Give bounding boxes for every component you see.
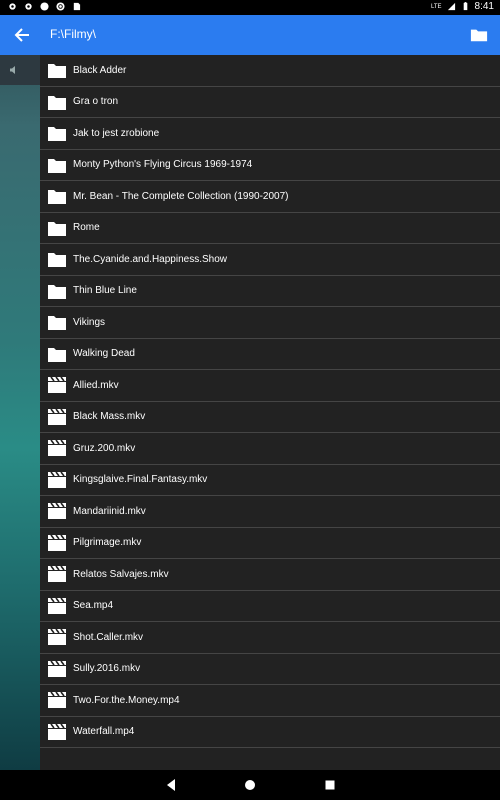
item-label: Black Adder	[73, 64, 127, 76]
current-path: F:\Filmy\	[50, 27, 96, 41]
navigation-bar	[0, 770, 500, 800]
folder-row[interactable]: Mr. Bean - The Complete Collection (1990…	[40, 181, 500, 213]
folder-icon	[48, 284, 66, 299]
video-file-icon	[48, 628, 66, 646]
file-row[interactable]: Black Mass.mkv	[40, 402, 500, 433]
folder-icon	[48, 347, 66, 362]
file-row[interactable]: Two.For.the.Money.mp4	[40, 685, 500, 717]
back-nav-icon[interactable]	[164, 778, 178, 792]
item-label: Waterfall.mp4	[73, 726, 135, 738]
item-label: Sully.2016.mkv	[73, 663, 141, 675]
item-label: Walking Dead	[73, 348, 135, 360]
video-file-icon	[48, 691, 66, 709]
item-label: Mr. Bean - The Complete Collection (1990…	[73, 190, 289, 202]
volume-icon[interactable]	[9, 65, 19, 75]
folder-row[interactable]: Jak to jest zrobione	[40, 118, 500, 150]
folder-row[interactable]: Monty Python's Flying Circus 1969-1974	[40, 150, 500, 181]
video-file-icon	[48, 376, 66, 394]
folder-icon	[48, 158, 66, 173]
app-bar: F:\Filmy\	[0, 15, 500, 55]
item-label: The.Cyanide.and.Happiness.Show	[73, 253, 227, 265]
item-label: Sea.mp4	[73, 600, 114, 612]
folder-row[interactable]: Black Adder	[40, 55, 500, 87]
file-row[interactable]: Allied.mkv	[40, 370, 500, 402]
folder-icon	[48, 221, 66, 236]
file-row[interactable]: Kingsglaive.Final.Fantasy.mkv	[40, 465, 500, 496]
record-icon	[56, 2, 65, 11]
folder-row[interactable]: Thin Blue Line	[40, 276, 500, 307]
folder-icon[interactable]	[470, 26, 488, 44]
folder-icon	[48, 64, 66, 79]
folder-row[interactable]: Walking Dead	[40, 339, 500, 370]
item-label: Gra o tron	[73, 96, 119, 108]
item-label: Shot.Caller.mkv	[73, 631, 144, 643]
item-label: Monty Python's Flying Circus 1969-1974	[73, 159, 253, 171]
folder-row[interactable]: Vikings	[40, 307, 500, 339]
item-label: Kingsglaive.Final.Fantasy.mkv	[73, 474, 208, 486]
video-file-icon	[48, 534, 66, 551]
item-label: Two.For.the.Money.mp4	[73, 694, 180, 706]
home-nav-icon[interactable]	[243, 778, 257, 792]
battery-icon	[463, 2, 467, 11]
file-row[interactable]: Pilgrimage.mkv	[40, 528, 500, 559]
notification-icon	[9, 3, 16, 10]
folder-icon	[48, 190, 66, 205]
video-file-icon	[48, 723, 66, 740]
item-label: Relatos Salvajes.mkv	[73, 568, 169, 580]
file-row[interactable]: Sea.mp4	[40, 591, 500, 622]
item-label: Gruz.200.mkv	[73, 442, 136, 454]
item-label: Thin Blue Line	[73, 285, 137, 297]
item-label: Allied.mkv	[73, 379, 119, 391]
video-file-icon	[48, 471, 66, 488]
item-label: Pilgrimage.mkv	[73, 537, 142, 549]
file-row[interactable]: Waterfall.mp4	[40, 717, 500, 748]
circle-icon	[40, 2, 49, 11]
video-file-icon	[48, 597, 66, 614]
folder-row[interactable]: The.Cyanide.and.Happiness.Show	[40, 244, 500, 276]
network-type: LTE	[430, 3, 442, 10]
status-bar: LTE 8:41	[0, 0, 500, 15]
video-file-icon	[48, 439, 66, 457]
file-list: Black Adder Gra o tron Jak to jest zrobion…	[40, 55, 500, 770]
notification-icon	[25, 3, 32, 10]
item-label: Mandariinid.mkv	[73, 505, 146, 517]
video-controls	[0, 55, 40, 85]
video-file-icon	[48, 565, 66, 583]
folder-row[interactable]: Rome	[40, 213, 500, 244]
file-row[interactable]: Mandariinid.mkv	[40, 496, 500, 528]
folder-row[interactable]: Gra o tron	[40, 87, 500, 118]
sd-card-icon	[73, 2, 81, 11]
video-file-icon	[48, 502, 66, 520]
item-label: Rome	[73, 222, 100, 234]
signal-icon	[447, 2, 455, 11]
folder-icon	[48, 95, 66, 110]
clock: 8:41	[474, 1, 494, 12]
file-row[interactable]: Gruz.200.mkv	[40, 433, 500, 465]
item-label: Black Mass.mkv	[73, 411, 146, 423]
item-label: Jak to jest zrobione	[73, 127, 160, 139]
folder-icon	[48, 253, 66, 268]
file-row[interactable]: Relatos Salvajes.mkv	[40, 559, 500, 591]
folder-icon	[48, 316, 66, 331]
recents-nav-icon[interactable]	[323, 778, 337, 792]
file-row[interactable]: Sully.2016.mkv	[40, 654, 500, 685]
folder-icon	[48, 127, 66, 142]
video-file-icon	[48, 408, 66, 425]
file-row[interactable]: Shot.Caller.mkv	[40, 622, 500, 654]
item-label: Vikings	[73, 316, 106, 328]
back-arrow-icon[interactable]	[12, 25, 32, 45]
video-file-icon	[48, 660, 66, 677]
